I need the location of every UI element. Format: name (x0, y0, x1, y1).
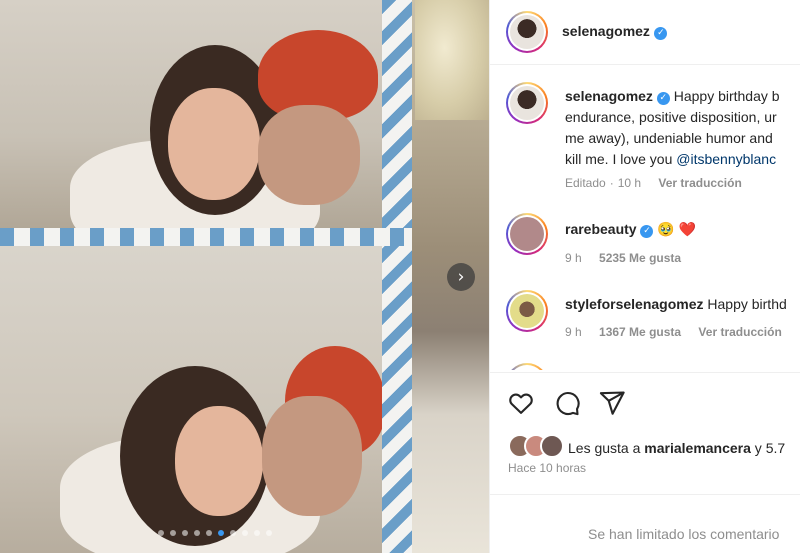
mention-link[interactable]: @itsbennyblanc (676, 151, 776, 167)
caption-line-2: endurance, positive disposition, ur (565, 109, 777, 125)
post-media: › (0, 0, 489, 553)
carousel-dot (218, 530, 224, 536)
post-header: selenagomez ✓ (490, 0, 800, 65)
pleading-face-emoji: 🥹 (657, 222, 675, 238)
share-icon[interactable] (598, 389, 626, 417)
comment-username[interactable]: rarebeauty (565, 221, 637, 237)
carousel-dot (254, 530, 260, 536)
comment-avatar-rarebeauty[interactable] (506, 213, 548, 255)
comment-meta: 9 h 5235 Me gusta (565, 251, 682, 265)
author-username[interactable]: selenagomez (562, 23, 650, 39)
comment-avatar-partial[interactable] (506, 363, 548, 370)
carousel-next-button[interactable]: › (447, 263, 475, 291)
comment-rarebeauty: rarebeauty ✓ 🥹 ❤️ (565, 218, 696, 241)
comment-icon[interactable] (553, 389, 581, 417)
photo-frame-bottom (0, 246, 382, 553)
caption-avatar[interactable] (506, 82, 548, 124)
verified-badge-icon: ✓ (640, 225, 654, 238)
see-translation-link[interactable]: Ver traducción (698, 325, 781, 339)
photo-strip-divider (0, 228, 412, 246)
comment-avatar-styleforselenagomez[interactable] (506, 290, 548, 332)
caption-line-1: selenagomez ✓ Happy birthday b (565, 88, 780, 105)
carousel-dot (170, 530, 176, 536)
comments-list: selenagomez ✓ Happy birthday b endurance… (490, 65, 800, 370)
carousel-dot (158, 530, 164, 536)
cake-image (415, 0, 489, 120)
comment-meta: 9 h 1367 Me gusta Ver traducción (565, 325, 782, 339)
carousel-dot (182, 530, 188, 536)
liker-username[interactable]: marialemancera (644, 440, 751, 456)
comments-footer (490, 494, 800, 554)
carousel-dot (242, 530, 248, 536)
author-avatar[interactable] (506, 11, 548, 53)
caption-line-3: me away), undeniable humor and (565, 130, 773, 146)
carousel-dots (158, 530, 272, 540)
red-heart-emoji: ❤️ (678, 222, 697, 238)
comments-limited-notice: Se han limitado los comentario (588, 526, 780, 542)
comment-likes-count[interactable]: 1367 Me gusta (599, 325, 681, 339)
photo-frame-top (0, 0, 382, 228)
heart-icon[interactable] (507, 389, 535, 417)
caption-line-4: kill me. I love you @itsbennyblanc (565, 151, 777, 167)
carousel-dot (194, 530, 200, 536)
likes-summary: Les gusta a marialemancera y 5.7 (568, 440, 786, 456)
liker-avatar (540, 434, 564, 458)
verified-badge-icon: ✓ (654, 27, 668, 40)
verified-badge-icon: ✓ (656, 92, 670, 105)
caption-username[interactable]: selenagomez (565, 88, 653, 104)
caption-meta: Editado · 10 h Ver traducción (565, 176, 742, 190)
photo-strip-border (382, 0, 412, 553)
carousel-dot (206, 530, 212, 536)
carousel-dot (230, 530, 236, 536)
comment-likes-count[interactable]: 5235 Me gusta (599, 251, 681, 265)
post-timestamp[interactable]: Hace 10 horas (508, 461, 586, 475)
see-translation-link[interactable]: Ver traducción (658, 176, 741, 190)
post-panel: selenagomez ✓ selenagomez ✓ Happy birthd… (489, 0, 800, 553)
comment-styleforselenagomez: styleforselenagomez Happy birthd (565, 296, 787, 312)
carousel-dot (266, 530, 272, 536)
comment-username[interactable]: styleforselenagomez (565, 296, 704, 312)
